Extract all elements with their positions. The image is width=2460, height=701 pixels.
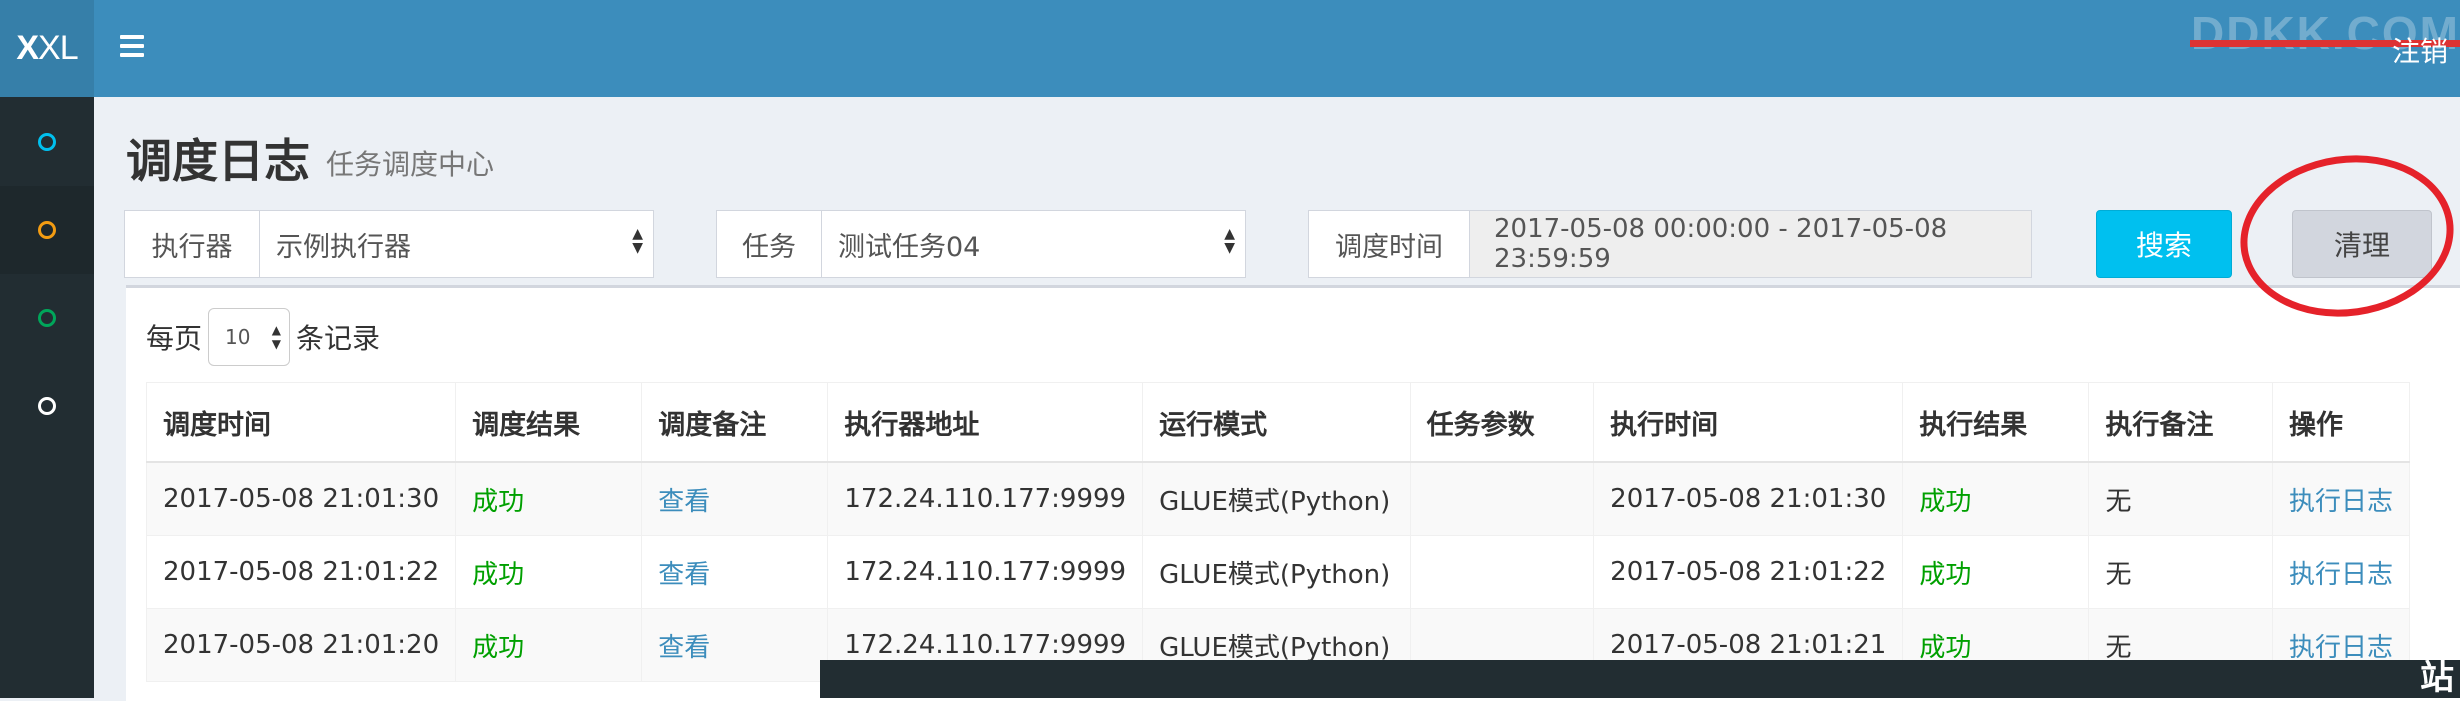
sidebar-item-3[interactable]: [0, 274, 94, 362]
col-trigger-result[interactable]: 调度结果: [455, 382, 643, 463]
col-handle-time[interactable]: 执行时间: [1593, 382, 1904, 463]
search-button[interactable]: 搜索: [2096, 210, 2232, 278]
col-handle-note[interactable]: 执行备注: [2088, 382, 2273, 463]
circle-icon: [38, 309, 56, 327]
menu-toggle-icon[interactable]: [120, 30, 160, 70]
page-length-control: 每页 10 ▲ ▼ 条记录: [146, 308, 380, 366]
circle-icon: [38, 133, 56, 151]
page-subtitle: 任务调度中心: [326, 148, 495, 181]
view-note-link[interactable]: 查看: [641, 608, 829, 682]
page-length-select[interactable]: 10 ▲ ▼: [208, 308, 291, 366]
log-table-box: 每页 10 ▲ ▼ 条记录 调度时间 调度结果 调度备注 执行器地址 运行模式 任…: [126, 285, 2460, 701]
app-logo[interactable]: X XL: [0, 0, 94, 97]
table-row: 2017-05-08 21:01:22 成功 查看 172.24.110.177…: [145, 535, 2411, 609]
sidebar-item-2[interactable]: [0, 186, 94, 274]
sidebar-item-4[interactable]: [0, 362, 94, 450]
select-arrows-icon: ▲ ▼: [632, 226, 643, 256]
executor-select[interactable]: 示例执行器 ▲ ▼: [260, 211, 653, 277]
select-arrows-icon: ▲ ▼: [271, 323, 282, 351]
col-handle-result[interactable]: 执行结果: [1902, 382, 2090, 463]
page-title: 调度日志: [126, 134, 310, 188]
task-select[interactable]: 测试任务04 ▲ ▼: [822, 211, 1245, 277]
view-note-link[interactable]: 查看: [641, 461, 829, 536]
time-filter: 调度时间 2017-05-08 00:00:00 - 2017-05-08 23…: [1308, 210, 2032, 278]
log-table: 调度时间 调度结果 调度备注 执行器地址 运行模式 任务参数 执行时间 执行结果…: [145, 382, 2411, 682]
col-trigger-note[interactable]: 调度备注: [641, 382, 829, 463]
task-label: 任务: [717, 211, 822, 277]
col-param[interactable]: 任务参数: [1409, 382, 1595, 463]
circle-icon: [38, 221, 56, 239]
task-filter: 任务 测试任务04 ▲ ▼: [716, 210, 1246, 278]
time-range-input[interactable]: 2017-05-08 00:00:00 - 2017-05-08 23:59:5…: [1470, 211, 2031, 277]
overlay-text: 站: [2420, 658, 2454, 698]
col-address[interactable]: 执行器地址: [827, 382, 1144, 463]
executor-filter: 执行器 示例执行器 ▲ ▼: [124, 210, 654, 278]
main-content: 调度日志 任务调度中心 执行器 示例执行器 ▲ ▼ 任务 测试任务04 ▲ ▼ 调度…: [94, 97, 2460, 701]
col-operation[interactable]: 操作: [2271, 382, 2411, 463]
select-arrows-icon: ▲ ▼: [1224, 226, 1235, 256]
bottom-overlay-bar: [820, 660, 2460, 698]
executor-label: 执行器: [125, 211, 260, 277]
logout-link[interactable]: 注销: [2392, 30, 2448, 70]
table-row: 2017-05-08 21:01:30 成功 查看 172.24.110.177…: [145, 461, 2411, 536]
time-label: 调度时间: [1309, 211, 1470, 277]
col-trigger-time[interactable]: 调度时间: [145, 382, 457, 463]
circle-icon: [38, 397, 56, 415]
table-header-row: 调度时间 调度结果 调度备注 执行器地址 运行模式 任务参数 执行时间 执行结果…: [145, 382, 2411, 463]
sidebar: X XL: [0, 0, 94, 698]
exec-log-link[interactable]: 执行日志: [2271, 535, 2411, 609]
top-header: DDKK.COM 注销: [94, 0, 2460, 97]
exec-log-link[interactable]: 执行日志: [2271, 461, 2411, 536]
sidebar-item-1[interactable]: [0, 98, 94, 186]
view-note-link[interactable]: 查看: [641, 535, 829, 609]
col-mode[interactable]: 运行模式: [1142, 382, 1411, 463]
